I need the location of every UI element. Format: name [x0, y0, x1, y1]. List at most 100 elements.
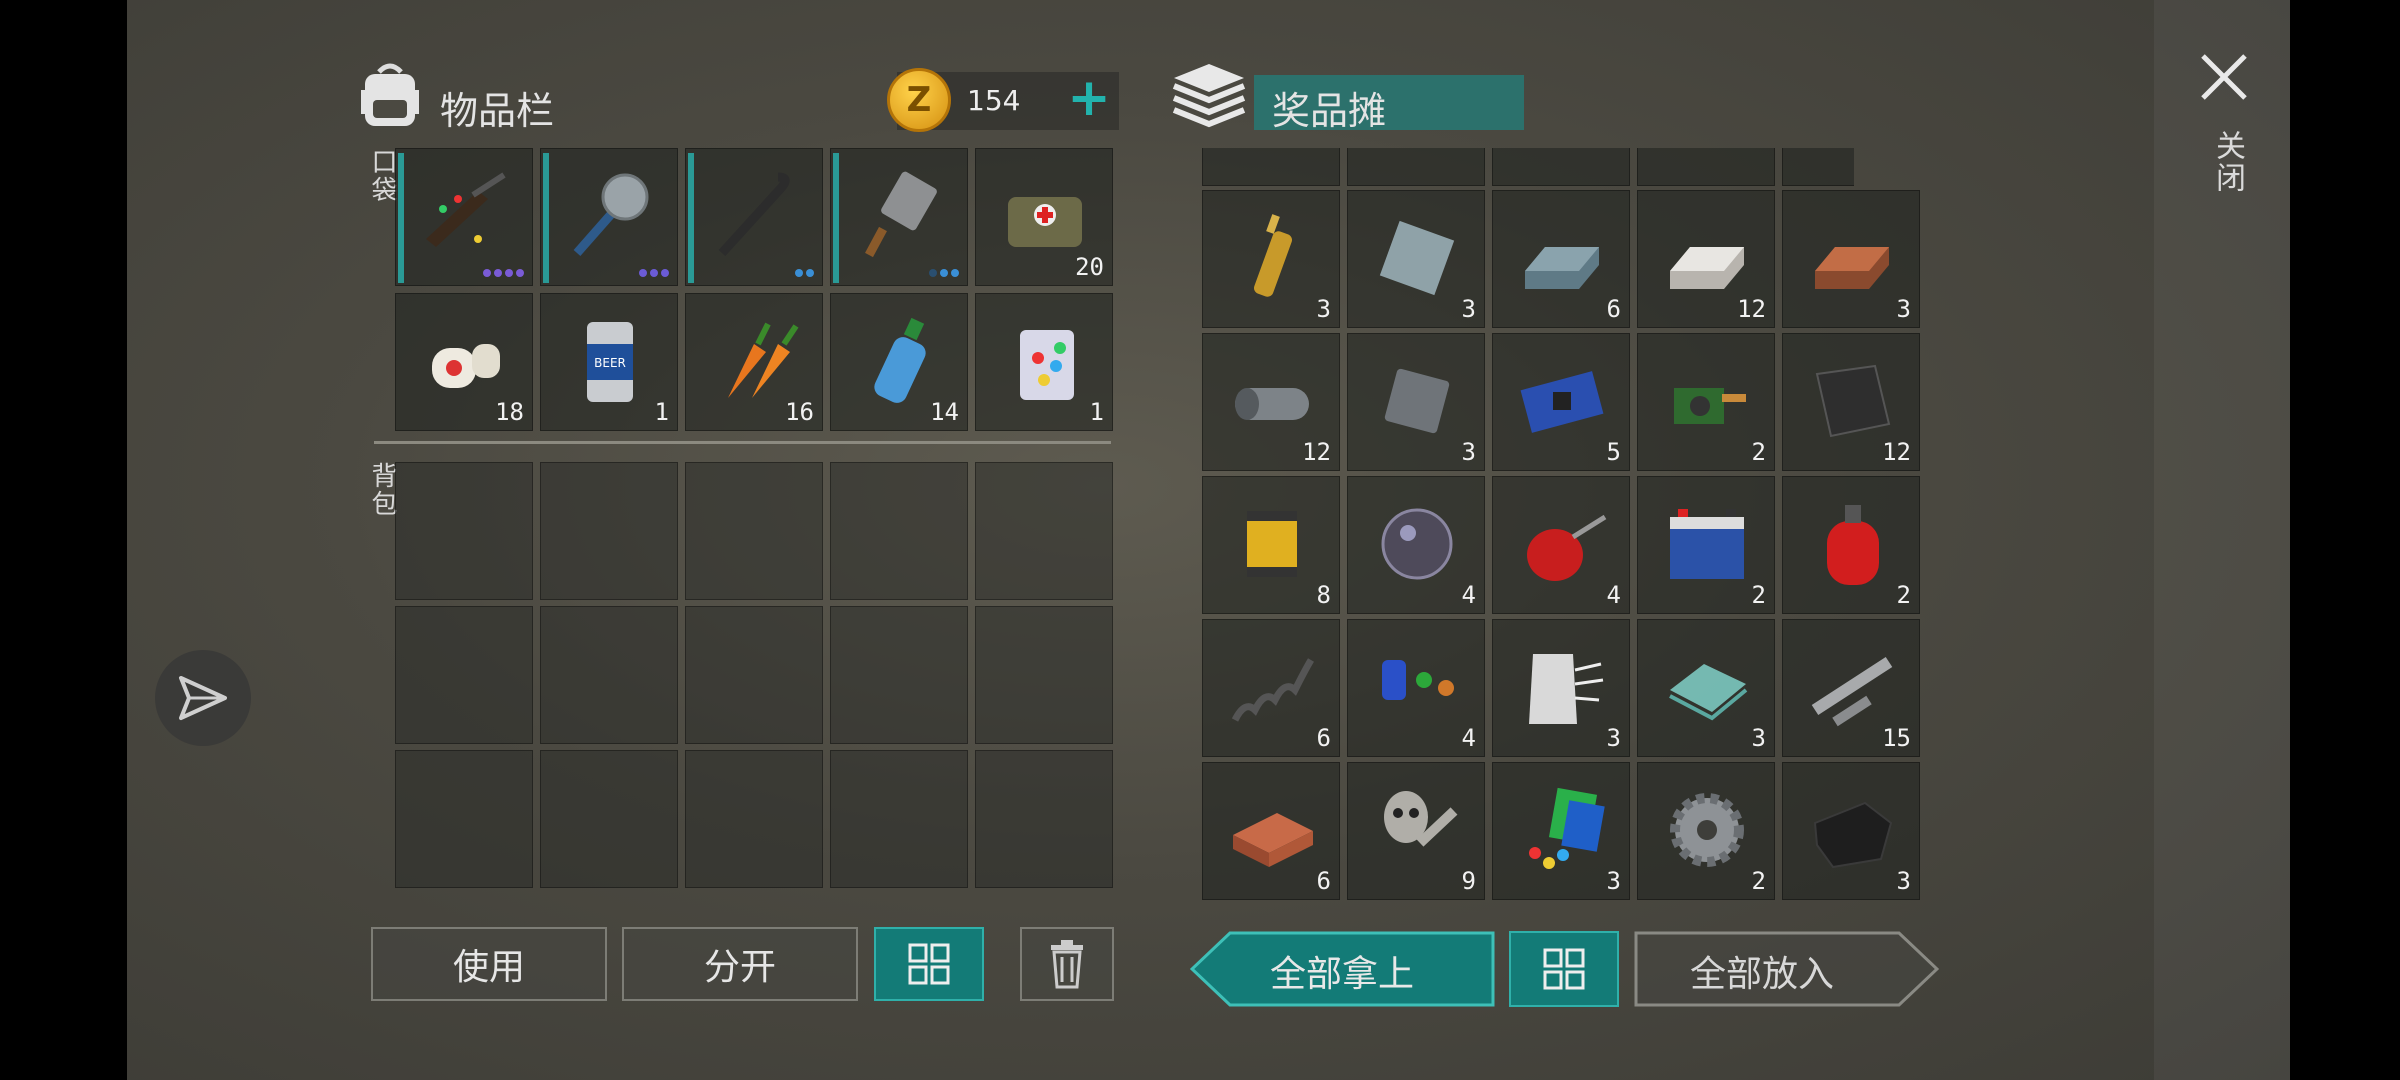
- backpack-slot-empty[interactable]: [395, 462, 533, 600]
- plastic-icon: [1515, 783, 1609, 877]
- put-all-button[interactable]: 全部放入: [1634, 931, 1939, 1007]
- pocket-slot[interactable]: 1: [975, 293, 1113, 431]
- inventory-title: 物品栏: [440, 89, 555, 133]
- backpack-slot-empty[interactable]: [830, 462, 968, 600]
- loot-slot-partial[interactable]: [1492, 148, 1630, 186]
- pocket-slot[interactable]: 18: [395, 293, 533, 431]
- put-all-label: 全部放入: [1690, 954, 1835, 995]
- glass-icon: [1660, 640, 1754, 734]
- loot-slot-partial[interactable]: [1782, 148, 1854, 186]
- loot-slot[interactable]: 3: [1782, 190, 1920, 328]
- gear-icon: [1660, 783, 1754, 877]
- backpack-slot-empty[interactable]: [540, 462, 678, 600]
- iron-plate-icon: [1370, 354, 1464, 448]
- item-count: 1: [654, 398, 669, 426]
- saw-mace-icon: [563, 169, 657, 263]
- add-coins-button[interactable]: +: [1063, 72, 1115, 126]
- trash-icon: [1051, 940, 1083, 989]
- backpack-slot-empty[interactable]: [540, 606, 678, 744]
- loot-slot[interactable]: 4: [1347, 476, 1485, 614]
- loot-slot-partial[interactable]: [1347, 148, 1485, 186]
- item-count: 6: [1316, 867, 1331, 895]
- grid-sort-icon: [908, 943, 950, 985]
- pocket-slot[interactable]: BEER 1: [540, 293, 678, 431]
- spring-icon: [1225, 640, 1319, 734]
- backpack-slot-empty[interactable]: [685, 750, 823, 888]
- pocket-slot[interactable]: [685, 148, 823, 286]
- pocket-slot[interactable]: [830, 148, 968, 286]
- silver-ingot-icon: [1660, 211, 1754, 305]
- circuit-board-icon: [1515, 354, 1609, 448]
- loot-slot[interactable]: 12: [1637, 190, 1775, 328]
- capacitors-icon: [1370, 640, 1464, 734]
- loot-slot-partial[interactable]: [1202, 148, 1340, 186]
- loot-slot[interactable]: 15: [1782, 619, 1920, 757]
- pocket-slot[interactable]: [395, 148, 533, 286]
- item-count: 16: [785, 398, 814, 426]
- loot-slot[interactable]: 2: [1637, 333, 1775, 471]
- rifle-icon: [418, 169, 512, 263]
- oil-can-icon: [1515, 497, 1609, 591]
- loot-slot[interactable]: 3: [1492, 762, 1630, 900]
- item-count: 3: [1751, 724, 1766, 752]
- loot-slot[interactable]: 3: [1782, 762, 1920, 900]
- backpack-slot-empty[interactable]: [395, 606, 533, 744]
- loot-slot[interactable]: 2: [1637, 476, 1775, 614]
- game-screen: 物品栏 Z 154 + 口袋 背包 奖品摊 使用 分开 全部拿上 全部放入 关闭…: [127, 0, 2290, 1080]
- crate-icon: [1170, 60, 1248, 132]
- durability-bar: [543, 153, 549, 283]
- loot-slot[interactable]: 6: [1202, 619, 1340, 757]
- durability-bar: [833, 153, 839, 283]
- backpack-slot-empty[interactable]: [975, 606, 1113, 744]
- backpack-slot-empty[interactable]: [685, 462, 823, 600]
- pocket-slot[interactable]: 16: [685, 293, 823, 431]
- loot-sort-button[interactable]: [1509, 931, 1619, 1007]
- coin-amount: 154: [967, 84, 1021, 117]
- item-count: 12: [1737, 295, 1766, 323]
- loot-slot[interactable]: 3: [1637, 619, 1775, 757]
- use-button[interactable]: 使用: [371, 927, 607, 1001]
- loot-slot[interactable]: 9: [1347, 762, 1485, 900]
- loot-slot[interactable]: 4: [1492, 476, 1630, 614]
- loot-slot[interactable]: 2: [1782, 476, 1920, 614]
- loot-slot-partial[interactable]: [1637, 148, 1775, 186]
- loot-slot[interactable]: 3: [1492, 619, 1630, 757]
- send-icon: [179, 676, 227, 720]
- loot-slot[interactable]: 8: [1202, 476, 1340, 614]
- item-count: 12: [1882, 438, 1911, 466]
- upgrade-dots: [639, 269, 669, 277]
- backpack-slot-empty[interactable]: [540, 750, 678, 888]
- camera-module-icon: [1660, 354, 1754, 448]
- loot-slot[interactable]: 3: [1202, 190, 1340, 328]
- backpack-slot-empty[interactable]: [975, 462, 1113, 600]
- loot-slot[interactable]: 4: [1347, 619, 1485, 757]
- backpack-slot-empty[interactable]: [830, 606, 968, 744]
- backpack-slot-empty[interactable]: [395, 750, 533, 888]
- item-count: 12: [1302, 438, 1331, 466]
- loot-slot[interactable]: 2: [1637, 762, 1775, 900]
- item-count: 2: [1751, 581, 1766, 609]
- loot-slot[interactable]: 6: [1492, 190, 1630, 328]
- sort-button[interactable]: [874, 927, 984, 1001]
- pocket-slot[interactable]: 14: [830, 293, 968, 431]
- item-count: 2: [1896, 581, 1911, 609]
- loot-slot[interactable]: 12: [1782, 333, 1920, 471]
- bandage-icon: [418, 314, 512, 408]
- chat-send-button[interactable]: [155, 650, 251, 746]
- loot-slot[interactable]: 12: [1202, 333, 1340, 471]
- steel-plate-icon: [1370, 211, 1464, 305]
- pocket-slot[interactable]: [540, 148, 678, 286]
- backpack-slot-empty[interactable]: [975, 750, 1113, 888]
- split-button[interactable]: 分开: [622, 927, 858, 1001]
- air-filter-icon: [1225, 497, 1319, 591]
- pocket-slot[interactable]: 20: [975, 148, 1113, 286]
- backpack-slot-empty[interactable]: [830, 750, 968, 888]
- take-all-button[interactable]: 全部拿上: [1190, 931, 1495, 1007]
- backpack-slot-empty[interactable]: [685, 606, 823, 744]
- trash-button[interactable]: [1020, 927, 1114, 1001]
- loot-slot[interactable]: 3: [1347, 190, 1485, 328]
- loot-slot[interactable]: 3: [1347, 333, 1485, 471]
- loot-slot[interactable]: 6: [1202, 762, 1340, 900]
- loot-slot[interactable]: 5: [1492, 333, 1630, 471]
- item-count: 4: [1461, 581, 1476, 609]
